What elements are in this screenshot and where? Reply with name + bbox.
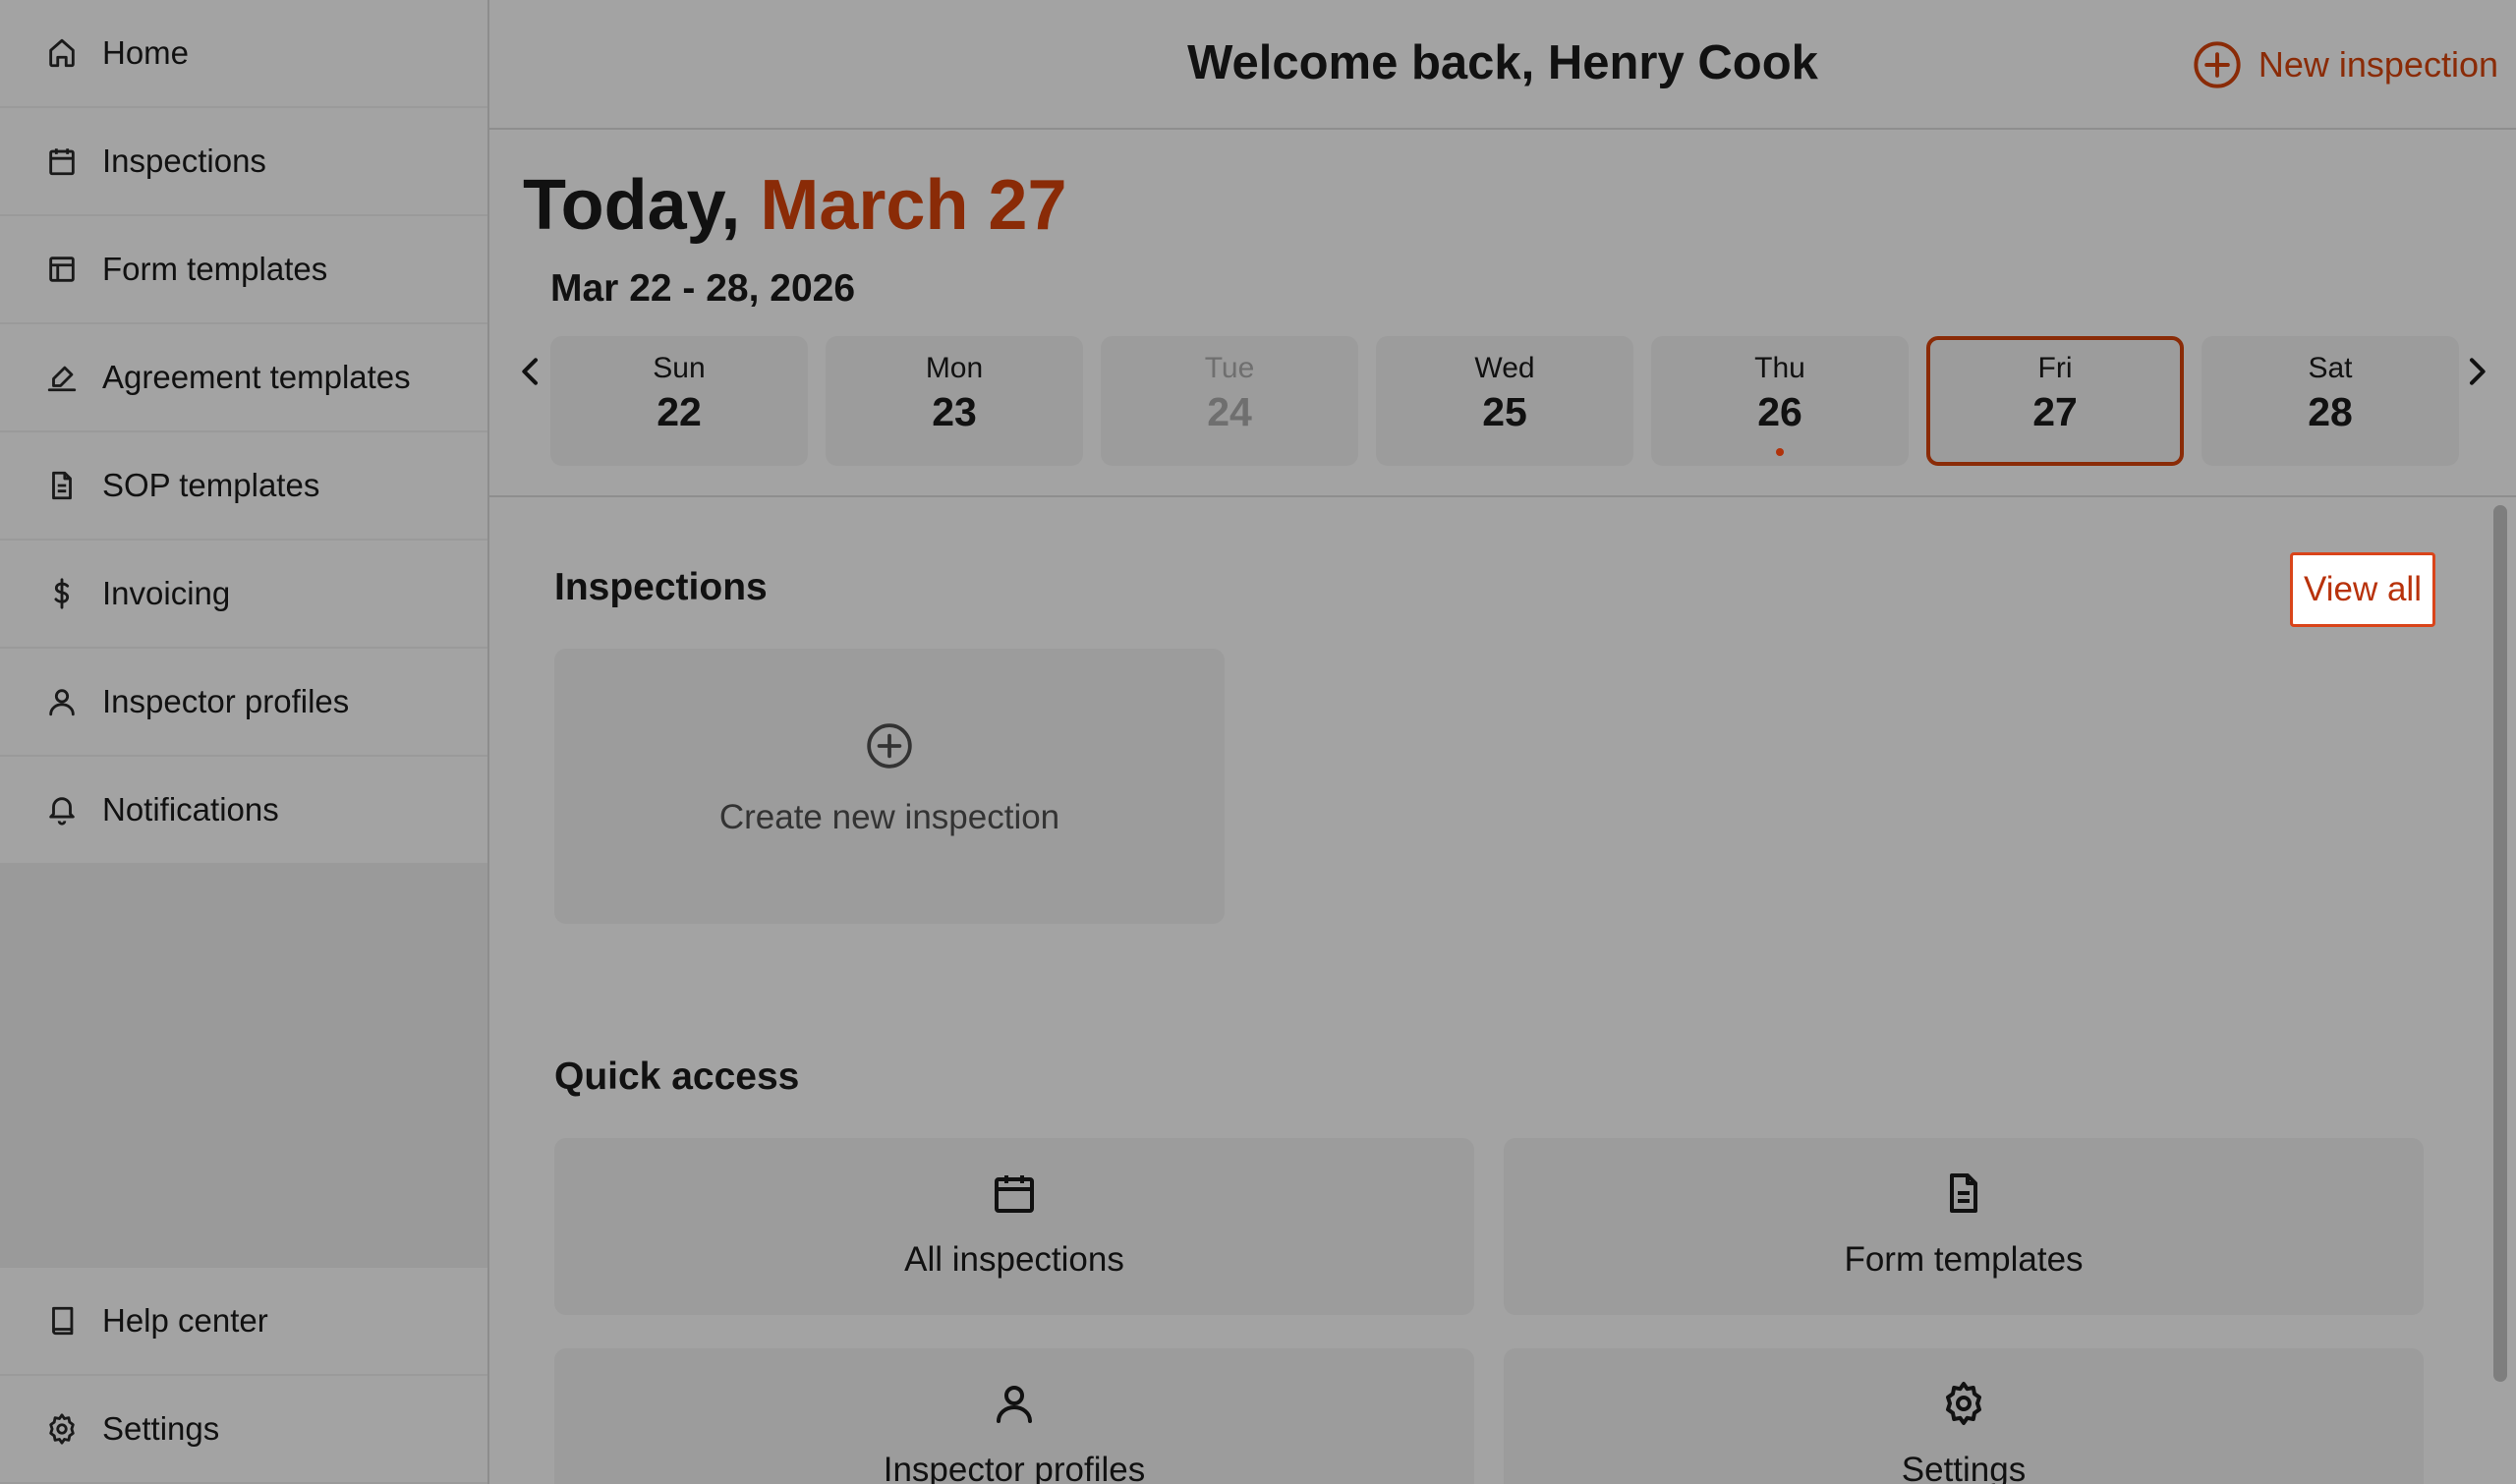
day-tue-24[interactable]: Tue 24	[1101, 336, 1358, 466]
day-number: 27	[2032, 389, 2078, 434]
gear-icon	[1946, 1382, 1981, 1425]
sidebar-item-label: Agreement templates	[102, 359, 411, 395]
calendar-icon	[49, 148, 75, 176]
sidebar-item-notifications[interactable]: Notifications	[0, 757, 487, 865]
day-sun-22[interactable]: Sun 22	[550, 336, 808, 466]
sidebar-item-label: Help center	[102, 1302, 268, 1339]
sidebar-item-agreement-templates[interactable]: Agreement templates	[0, 324, 487, 432]
day-name: Wed	[1474, 352, 1535, 384]
sidebar-nav: Home Inspections Form templates Agreemen…	[0, 0, 487, 865]
quick-access-label: Form templates	[1844, 1240, 2084, 1279]
plus-circle-icon	[867, 723, 912, 769]
day-fri-27-selected[interactable]: Fri 27	[1926, 336, 2184, 466]
quick-access-label: All inspections	[904, 1240, 1124, 1279]
today-prefix: Today,	[523, 166, 741, 245]
new-inspection-button[interactable]: New inspection	[2192, 39, 2498, 90]
sidebar-bottom-nav: Help center Settings	[0, 1268, 487, 1484]
inspections-section-title: Inspections	[554, 566, 768, 608]
sidebar-item-invoicing[interactable]: Invoicing	[0, 541, 487, 649]
user-icon	[49, 689, 75, 716]
user-icon	[997, 1386, 1032, 1423]
sidebar-item-label: SOP templates	[102, 467, 320, 503]
sidebar-item-home[interactable]: Home	[0, 0, 487, 108]
day-number: 22	[657, 389, 702, 434]
day-name: Fri	[2037, 352, 2073, 384]
document-icon	[1950, 1173, 1977, 1213]
new-inspection-label: New inspection	[2258, 44, 2498, 85]
week-range: Mar 22 - 28, 2026	[550, 267, 856, 310]
quick-access-inspector-profiles[interactable]: Inspector profiles	[554, 1348, 1474, 1484]
app-root: Home Inspections Form templates Agreemen…	[0, 0, 2516, 1484]
top-header: Welcome back, Henry Cook New inspection	[489, 0, 2516, 130]
scrollbar-thumb[interactable]	[2493, 505, 2507, 1382]
day-number: 25	[1482, 389, 1527, 434]
sidebar: Home Inspections Form templates Agreemen…	[0, 0, 489, 1484]
document-icon	[52, 471, 72, 500]
gear-icon	[49, 1413, 75, 1445]
sidebar-item-inspections[interactable]: Inspections	[0, 108, 487, 216]
home-icon	[49, 38, 75, 68]
day-name: Sat	[2308, 352, 2353, 384]
quick-access-label: Inspector profiles	[883, 1451, 1146, 1484]
quick-access-section-title: Quick access	[554, 1056, 800, 1098]
day-number: 23	[932, 389, 977, 434]
sidebar-item-label: Inspections	[102, 143, 266, 179]
create-new-inspection-label: Create new inspection	[718, 798, 1060, 836]
sidebar-item-label: Home	[102, 34, 190, 71]
calendar-icon	[995, 1175, 1034, 1213]
sidebar-item-sop-templates[interactable]: SOP templates	[0, 432, 487, 541]
day-mon-23[interactable]: Mon 23	[826, 336, 1083, 466]
book-icon	[52, 1306, 74, 1336]
sidebar-item-help-center[interactable]: Help center	[0, 1268, 487, 1376]
view-all-button[interactable]: View all	[2290, 552, 2435, 627]
event-indicator-dot	[1776, 448, 1784, 456]
sidebar-item-label: Invoicing	[102, 575, 231, 611]
day-name: Mon	[925, 352, 984, 384]
sidebar-item-label: Inspector profiles	[102, 683, 350, 719]
quick-access-form-templates[interactable]: Form templates	[1504, 1138, 2424, 1315]
dollar-icon	[54, 578, 70, 609]
sidebar-item-label: Notifications	[102, 791, 279, 828]
day-number: 26	[1757, 389, 1802, 434]
sidebar-item-label: Settings	[102, 1410, 220, 1447]
section-divider	[489, 495, 2516, 497]
day-number: 28	[2308, 389, 2353, 434]
sidebar-item-settings[interactable]: Settings	[0, 1376, 487, 1484]
day-name: Sun	[653, 352, 706, 384]
week-day-strip: Sun 22 Mon 23 Tue 24 Wed 25 Thu 26 Fri 2…	[550, 336, 2459, 466]
quick-access-label: Settings	[1901, 1451, 2027, 1484]
chevron-right-icon[interactable]	[2457, 352, 2496, 391]
quick-access-settings[interactable]: Settings	[1504, 1348, 2424, 1484]
sidebar-item-form-templates[interactable]: Form templates	[0, 216, 487, 324]
day-wed-25[interactable]: Wed 25	[1376, 336, 1633, 466]
bell-icon	[49, 797, 75, 826]
today-date: March 27	[760, 166, 1067, 245]
plus-circle-icon	[2194, 41, 2241, 88]
create-new-inspection-card[interactable]: Create new inspection	[554, 649, 1225, 924]
sidebar-item-inspector-profiles[interactable]: Inspector profiles	[0, 649, 487, 757]
day-thu-26[interactable]: Thu 26	[1651, 336, 1909, 466]
day-name: Tue	[1204, 352, 1255, 384]
sidebar-item-label: Form templates	[102, 251, 328, 287]
day-sat-28[interactable]: Sat 28	[2202, 336, 2459, 466]
day-number: 24	[1207, 389, 1252, 434]
chevron-left-icon[interactable]	[511, 352, 550, 391]
quick-access-all-inspections[interactable]: All inspections	[554, 1138, 1474, 1315]
layout-icon	[49, 257, 75, 282]
today-heading: Today, March 27	[523, 165, 1067, 246]
signature-icon	[47, 366, 77, 392]
day-name: Thu	[1754, 352, 1805, 384]
